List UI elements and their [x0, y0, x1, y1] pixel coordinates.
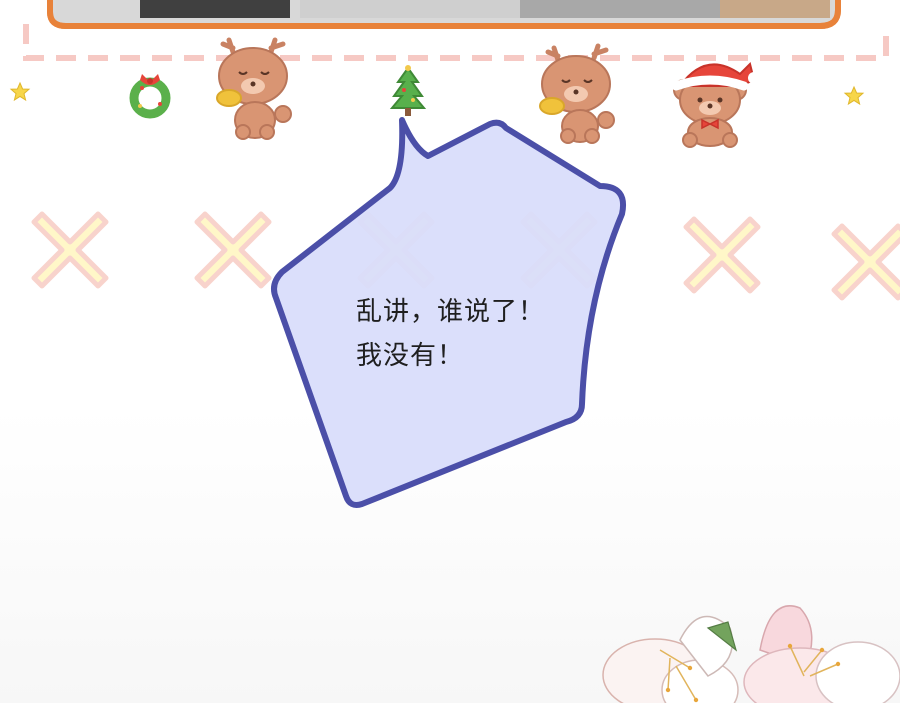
comic-panel: 乱讲，谁说了！ 我没有！ — [0, 0, 900, 703]
blossom — [743, 605, 900, 703]
blossom — [602, 615, 739, 703]
cherry-blossom-flowers — [602, 605, 900, 703]
